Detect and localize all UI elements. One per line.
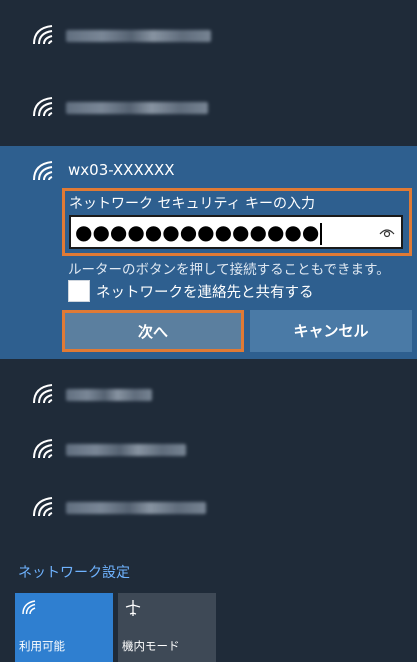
wifi-tile-label: 利用可能 (19, 639, 65, 653)
text-caret (320, 222, 323, 245)
cancel-button[interactable]: キャンセル (250, 310, 412, 352)
wifi-signal-icon (33, 439, 53, 459)
security-key-highlight: ネットワーク セキュリティ キーの入力 ●●●●●●●●●●●●●● (62, 188, 412, 256)
network-item[interactable] (0, 472, 417, 544)
airplane-mode-tile[interactable]: 機内モード (118, 593, 216, 662)
airplane-icon (125, 600, 141, 616)
network-ssid: wx03-XXXXXX (68, 161, 175, 179)
wifi-signal-icon (33, 161, 53, 181)
wifi-flyout: wx03-XXXXXX ネットワーク セキュリティ キーの入力 ●●●●●●●●… (0, 0, 417, 662)
network-name-redacted (66, 102, 208, 114)
wifi-signal-icon (33, 25, 53, 45)
airplane-tile-label: 機内モード (122, 639, 180, 653)
network-settings-link[interactable]: ネットワーク設定 (18, 562, 130, 582)
security-key-label: ネットワーク セキュリティ キーの入力 (69, 196, 316, 212)
wifi-toggle-tile[interactable]: 利用可能 (15, 593, 113, 662)
security-key-input[interactable]: ●●●●●●●●●●●●●● (69, 215, 403, 249)
reveal-password-icon[interactable] (379, 226, 395, 238)
wifi-signal-icon (33, 97, 53, 117)
next-button[interactable]: 次へ (62, 310, 244, 352)
network-name-redacted (66, 502, 206, 514)
wifi-icon (22, 600, 36, 615)
network-item[interactable] (0, 72, 417, 144)
share-network-label: ネットワークを連絡先と共有する (96, 285, 314, 301)
selected-network-panel: wx03-XXXXXX ネットワーク セキュリティ キーの入力 ●●●●●●●●… (0, 146, 417, 359)
wifi-signal-icon (33, 497, 53, 517)
network-name-redacted (66, 30, 211, 42)
network-name-redacted (66, 389, 152, 401)
router-button-hint: ルーターのボタンを押して接続することもできます。 (68, 262, 390, 278)
wifi-signal-icon (33, 384, 53, 404)
network-item[interactable] (0, 0, 417, 72)
network-name-redacted (66, 444, 186, 456)
security-key-value: ●●●●●●●●●●●●●● (75, 220, 320, 244)
share-network-checkbox[interactable] (68, 280, 90, 302)
